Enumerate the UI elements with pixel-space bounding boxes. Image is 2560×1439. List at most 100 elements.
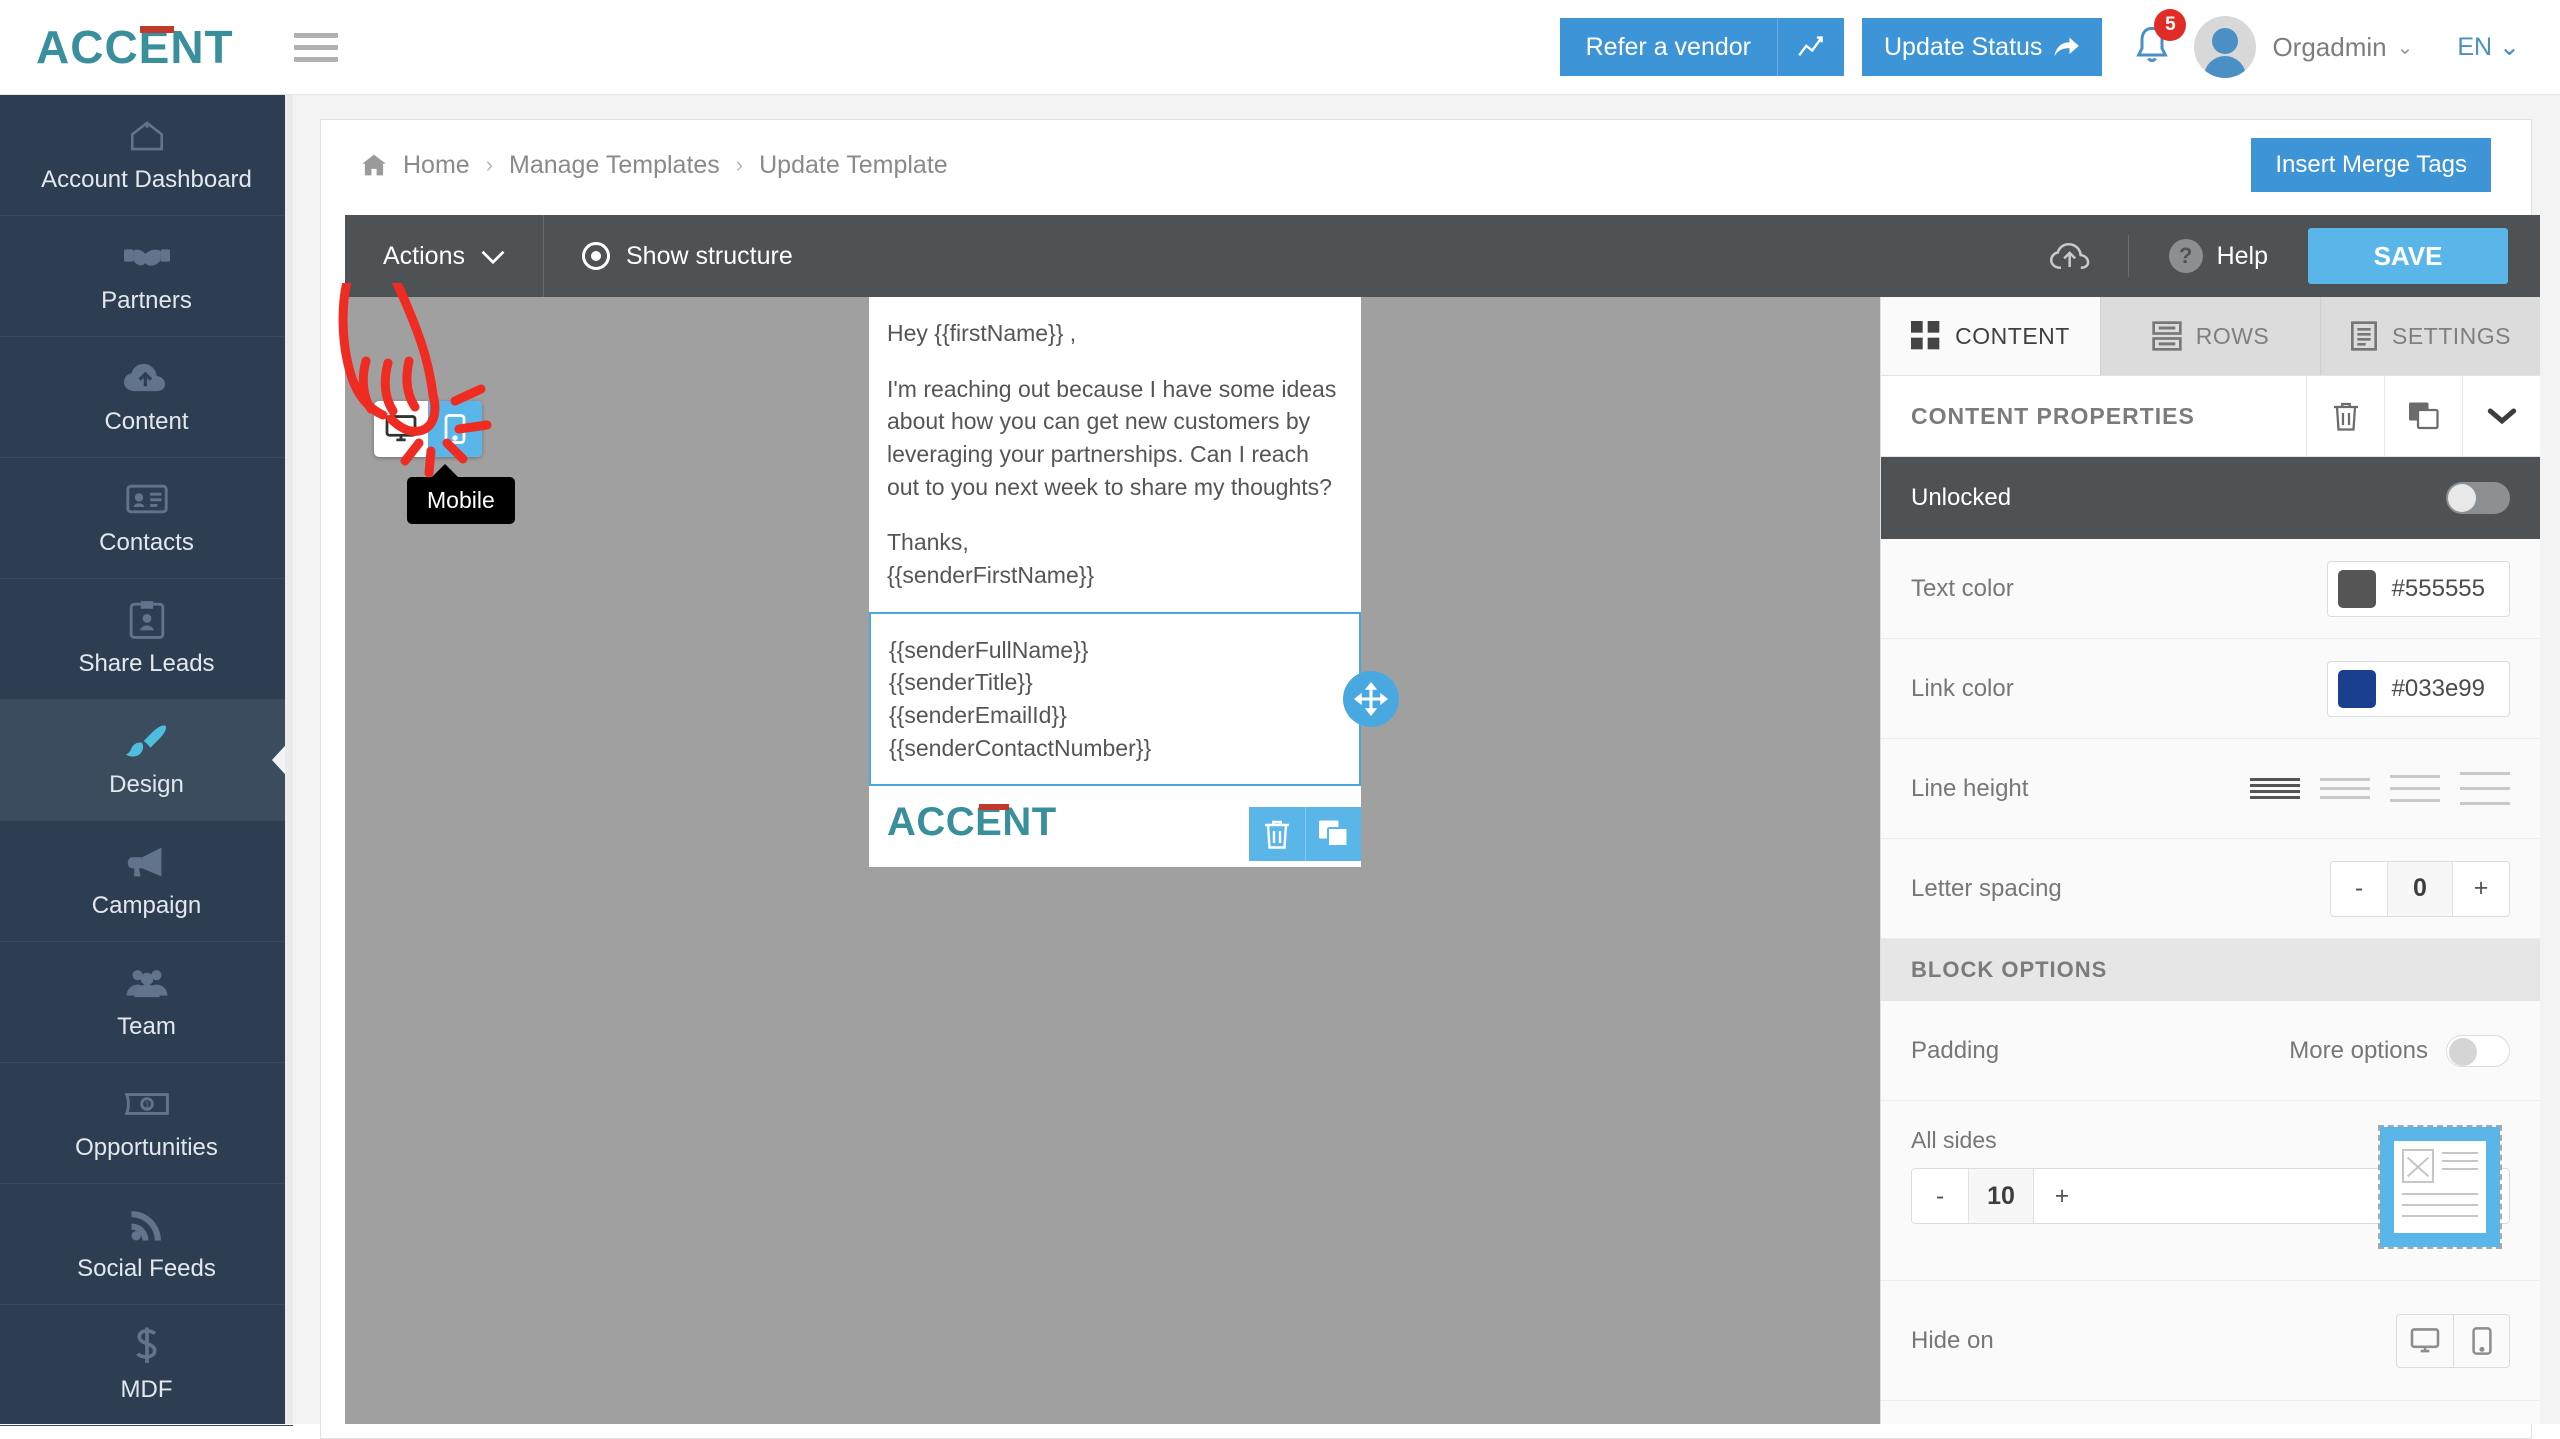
grid-squares-icon (1911, 321, 1940, 350)
sidebar-item-campaign[interactable]: Campaign (0, 821, 293, 942)
sidebar-item-opportunities[interactable]: 1 Opportunities (0, 1063, 293, 1184)
text-color-row: Text color #555555 (1881, 539, 2540, 639)
email-signature-block[interactable]: {{senderFullName}} {{senderTitle}} {{sen… (869, 611, 1399, 787)
move-arrows-icon (1354, 681, 1388, 716)
line-height-label: Line height (1911, 774, 2029, 802)
sidebar-item-label: MDF (120, 1376, 173, 1403)
collapse-panel-button[interactable] (2462, 376, 2540, 456)
app-logo-text: ACCENT (36, 21, 234, 73)
text-color-picker[interactable]: #555555 (2326, 560, 2510, 617)
sidebar-item-label: Content (104, 408, 189, 435)
help-label: Help (2216, 241, 2268, 270)
breadcrumb-separator: › (735, 152, 744, 177)
block-tools (1249, 807, 1361, 862)
delete-block-button[interactable] (1249, 807, 1305, 861)
sidebar-item-partners[interactable]: Partners (0, 216, 293, 337)
save-button[interactable]: SAVE (2308, 228, 2508, 284)
tab-label: CONTENT (1955, 322, 2070, 349)
unlocked-row: Unlocked (1881, 457, 2540, 539)
editor-body: Mobile Hey {{firstName}} , I'm reaching … (338, 283, 2540, 1424)
email-logo-block[interactable]: ACCENT (869, 786, 1361, 868)
hamburger-icon[interactable] (293, 32, 338, 62)
hide-on-row: Hide on (1881, 1281, 2540, 1401)
sidebar-item-social-feeds[interactable]: Social Feeds (0, 1184, 293, 1305)
update-status-button[interactable]: Update Status (1862, 18, 2103, 76)
more-options-toggle[interactable] (2446, 1034, 2510, 1067)
sidebar-scrollbar[interactable] (285, 95, 293, 1424)
header-actions: Refer a vendor Update Status 5 Orgadmin (1559, 0, 2560, 94)
letter-spacing-increment[interactable]: + (2453, 861, 2509, 916)
sidebar-item-label: Partners (101, 287, 192, 314)
text-color-value: #555555 (2391, 574, 2485, 602)
question-circle-icon: ? (2168, 239, 2203, 273)
letter-spacing-value[interactable]: 0 (2387, 861, 2453, 916)
cloud-upload-icon[interactable] (2016, 240, 2128, 272)
all-sides-value[interactable]: 10 (1968, 1169, 2034, 1223)
sidebar-item-mdf[interactable]: MDF (0, 1305, 293, 1426)
sidebar-item-share-leads[interactable]: Share Leads (0, 579, 293, 700)
show-structure-toggle[interactable]: Show structure (544, 215, 831, 297)
update-status-label: Update Status (1884, 32, 2043, 61)
sidebar-item-label: Contacts (99, 529, 194, 556)
insert-merge-tags-button[interactable]: Insert Merge Tags (2251, 138, 2491, 192)
notifications-button[interactable]: 5 (2132, 8, 2187, 72)
actions-menu[interactable]: Actions (345, 215, 544, 297)
sidebar-item-content[interactable]: Content (0, 337, 293, 458)
breadcrumb-item-manage-templates[interactable]: Manage Templates (509, 151, 720, 180)
all-sides-decrement[interactable]: - (1912, 1169, 1968, 1223)
help-button[interactable]: ? Help (2129, 239, 2308, 273)
email-canvas[interactable]: Mobile Hey {{firstName}} , I'm reaching … (338, 283, 1880, 1424)
user-menu[interactable]: Orgadmin (2272, 32, 2386, 63)
sidebar-item-label: Share Leads (78, 650, 215, 677)
hide-on-mobile-button[interactable] (2453, 1314, 2509, 1367)
editor-toolbar-right: ? Help SAVE (2016, 215, 2540, 297)
move-handle[interactable] (1343, 670, 1399, 727)
panel-tabs: CONTENT ROWS SETTINGS (1881, 297, 2540, 375)
letter-spacing-decrement[interactable]: - (2331, 861, 2387, 916)
tab-label: SETTINGS (2391, 322, 2511, 349)
link-color-picker[interactable]: #033e99 (2326, 660, 2510, 717)
tab-rows[interactable]: ROWS (2101, 297, 2321, 375)
id-badge-icon (129, 600, 165, 640)
tab-settings[interactable]: SETTINGS (2321, 297, 2540, 375)
home-icon (126, 116, 168, 156)
duplicate-content-button[interactable] (2384, 376, 2462, 456)
line-height-option-4[interactable] (2460, 772, 2510, 805)
hide-on-desktop-button[interactable] (2397, 1315, 2453, 1367)
tab-content[interactable]: CONTENT (1881, 297, 2101, 375)
email-body-line: {{senderFirstName}} (887, 561, 1095, 588)
delete-content-button[interactable] (2306, 376, 2384, 456)
dollar-sign-icon (134, 1326, 160, 1366)
app-logo[interactable]: ACCENT (36, 20, 234, 74)
line-height-option-3[interactable] (2390, 775, 2440, 802)
chevron-down-icon (2487, 408, 2516, 425)
sidebar-item-contacts[interactable]: Contacts (0, 458, 293, 579)
avatar[interactable] (2194, 16, 2257, 78)
sidebar-item-design[interactable]: Design (0, 700, 294, 821)
refer-vendor-button[interactable]: Refer a vendor (1559, 18, 1777, 76)
sidebar-item-account-dashboard[interactable]: Account Dashboard (0, 95, 293, 216)
line-height-option-1[interactable] (2250, 778, 2300, 799)
email-body-block[interactable]: Hey {{firstName}} , I'm reaching out bec… (869, 297, 1361, 612)
duplicate-block-button[interactable] (1305, 807, 1361, 862)
sidebar-item-team[interactable]: Team (0, 942, 293, 1063)
notification-badge: 5 (2154, 8, 2187, 41)
desktop-device-toggle[interactable] (374, 401, 428, 457)
line-height-option-2[interactable] (2320, 778, 2370, 799)
breadcrumb-item-update-template[interactable]: Update Template (759, 151, 948, 180)
language-selector[interactable]: EN ⌄ (2457, 32, 2520, 62)
padding-row: Padding More options (1881, 1001, 2540, 1101)
unlocked-toggle[interactable] (2446, 482, 2510, 514)
signature-line: {{senderTitle}} (889, 669, 1033, 696)
copy-icon (1318, 820, 1349, 848)
chevron-down-icon[interactable]: ⌄ (2397, 35, 2414, 60)
block-options-header: BLOCK OPTIONS (1881, 939, 2540, 1001)
properties-panel: CONTENT ROWS SETTINGS CONTENT PROPERTIES (1880, 297, 2540, 1424)
home-icon (362, 154, 386, 176)
chart-line-icon[interactable] (1777, 18, 1844, 76)
breadcrumb-item-home[interactable]: Home (403, 151, 470, 180)
all-sides-increment[interactable]: + (2034, 1169, 2090, 1223)
signature-line: {{senderEmailId}} (889, 701, 1067, 728)
mobile-device-toggle[interactable] (428, 401, 482, 457)
letter-spacing-row: Letter spacing - 0 + (1881, 839, 2540, 939)
